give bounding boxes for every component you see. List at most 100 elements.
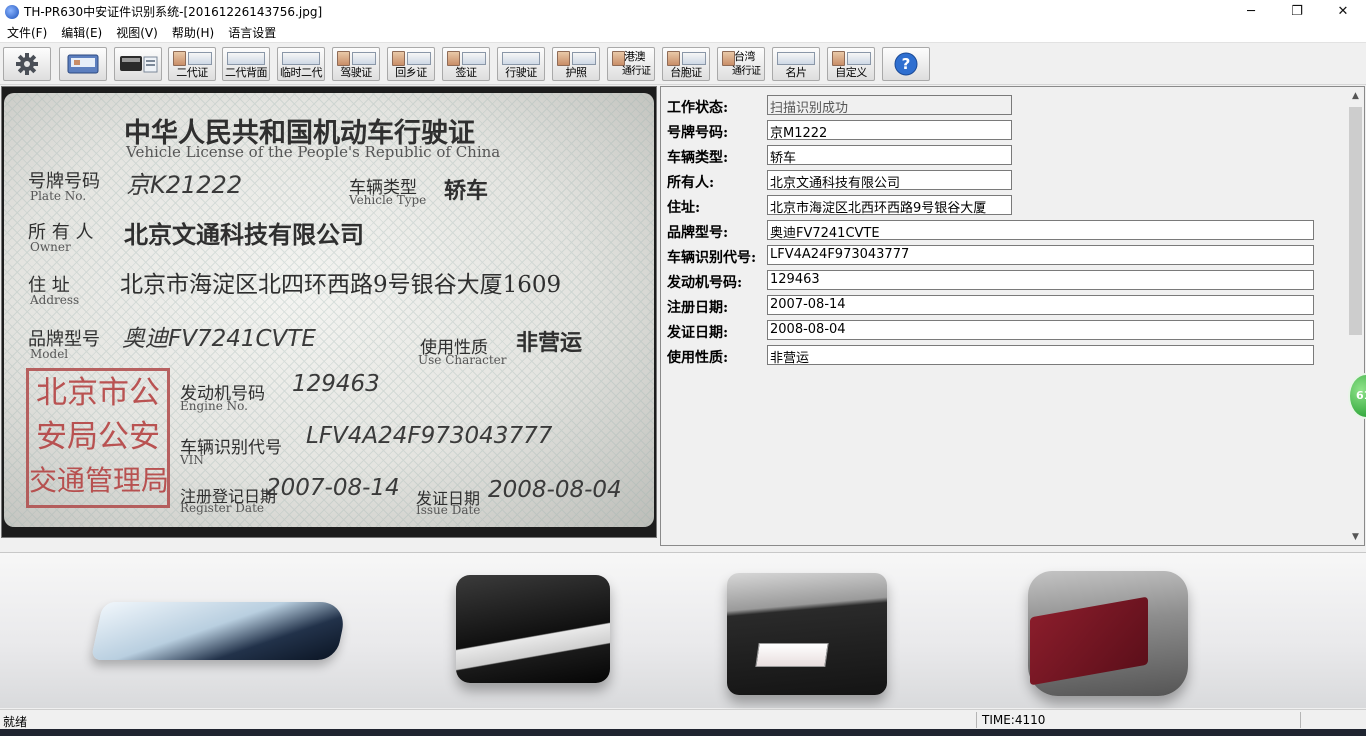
- home-return-permit-button[interactable]: 回乡证: [387, 47, 435, 81]
- menu-language[interactable]: 语言设置: [221, 24, 283, 41]
- window-controls: ─ ❐ ✕: [1228, 0, 1366, 23]
- menu-view[interactable]: 视图(V): [109, 24, 165, 41]
- portrait-icon: [337, 51, 350, 66]
- doc-register-label-en: Register Date: [180, 501, 264, 515]
- vin-field[interactable]: LFV4A24F973043777: [767, 245, 1314, 265]
- temp-id-button[interactable]: 临时二代: [277, 47, 325, 81]
- field-label: 住址:: [667, 200, 701, 216]
- toolbar-label: 自定义: [835, 66, 867, 79]
- inserted-card: [755, 643, 829, 667]
- doc-address-value: 北京市海淀区北四环西路9号银谷大厦1609: [120, 272, 562, 298]
- status-field[interactable]: 扫描识别成功: [767, 95, 1012, 115]
- passport-graphic: [1030, 596, 1148, 686]
- doc-model-label-en: Model: [30, 347, 69, 361]
- card-reader-image: [456, 575, 610, 683]
- doc-address-label-en: Address: [30, 293, 80, 307]
- toolbar-label: 台胞证: [670, 66, 702, 79]
- field-use-character: 使用性质: 非营运: [661, 345, 1351, 367]
- model-field[interactable]: 奥迪FV7241CVTE: [767, 220, 1314, 240]
- vehicle-type-field[interactable]: 轿车: [767, 145, 1012, 165]
- plate-number-field[interactable]: 京M1222: [767, 120, 1012, 140]
- portrait-icon: [447, 51, 460, 66]
- window-title: TH-PR630中安证件识别系统-[20161226143756.jpg]: [24, 5, 323, 19]
- toolbar-label: 二代背面: [225, 66, 268, 79]
- app-icon: [5, 4, 19, 19]
- menu-file[interactable]: 文件(F): [0, 24, 54, 41]
- doc-plate-value: 京K21222: [126, 171, 243, 199]
- card-icon: [572, 52, 596, 65]
- toolbar-label: 二代证: [176, 66, 208, 79]
- toolbar-label: 签证: [455, 66, 478, 79]
- portrait-icon: [667, 51, 680, 66]
- doc-owner-value: 北京文通科技有限公司: [124, 220, 364, 249]
- engine-number-field[interactable]: 129463: [767, 270, 1314, 290]
- doc-owner-label-en: Owner: [30, 240, 71, 254]
- doc-use-value: 非营运: [516, 330, 583, 356]
- hk-macau-permit-button[interactable]: 港澳 通行证: [607, 47, 655, 81]
- register-date-field[interactable]: 2007-08-14: [767, 295, 1314, 315]
- driver-license-button[interactable]: 驾驶证: [332, 47, 380, 81]
- portrait-icon: [173, 51, 186, 66]
- portrait-icon: [392, 51, 405, 66]
- field-vehicle-type: 车辆类型: 轿车: [661, 145, 1351, 167]
- toolbar-sublabel: 通行证: [622, 66, 651, 77]
- business-card-button[interactable]: 名片: [772, 47, 820, 81]
- field-address: 住址: 北京市海淀区北西环西路9号银谷大厦: [661, 195, 1351, 217]
- help-button[interactable]: ?: [882, 47, 930, 81]
- toolbar-sublabel: 通行证: [732, 66, 761, 77]
- passport-button[interactable]: 护照: [552, 47, 600, 81]
- field-label: 注册日期:: [667, 300, 729, 316]
- vertical-scrollbar[interactable]: ▲ ▼: [1347, 87, 1364, 545]
- toolbar-label: 台湾: [734, 50, 756, 63]
- field-label: 发证日期:: [667, 325, 729, 341]
- status-text: 就绪: [3, 715, 28, 729]
- maximize-button[interactable]: ❐: [1274, 0, 1320, 23]
- doc-title-en: Vehicle License of the People's Republic…: [126, 143, 501, 161]
- status-divider: [1300, 712, 1301, 728]
- doc-use-label-en: Use Character: [418, 353, 507, 367]
- stamp-line: 安局公安: [36, 419, 160, 455]
- owner-field[interactable]: 北京文通科技有限公司: [767, 170, 1012, 190]
- taiwan-permit-button[interactable]: 台湾 通行证: [717, 47, 765, 81]
- menu-help[interactable]: 帮助(H): [165, 24, 221, 41]
- card-icon: [352, 52, 376, 65]
- field-model: 品牌型号: 奥迪FV7241CVTE: [661, 220, 1351, 242]
- doc-model-value: 奥迪FV7241CVTE: [122, 326, 316, 352]
- vehicle-license-button[interactable]: 行驶证: [497, 47, 545, 81]
- close-button[interactable]: ✕: [1320, 0, 1366, 23]
- settings-button[interactable]: [3, 47, 51, 81]
- scan-button[interactable]: [59, 47, 107, 81]
- menu-bar: 文件(F) 编辑(E) 视图(V) 帮助(H) 语言设置: [0, 23, 1366, 43]
- scroll-up-icon[interactable]: ▲: [1347, 87, 1364, 104]
- police-stamp: 北京市公 安局公安 交通管理局: [26, 368, 170, 508]
- minimize-button[interactable]: ─: [1228, 0, 1274, 23]
- doc-engine-value: 129463: [292, 371, 380, 397]
- toolbar-label: 护照: [565, 66, 588, 79]
- capture-button[interactable]: [114, 47, 162, 81]
- title-bar: TH-PR630中安证件识别系统-[20161226143756.jpg] ─ …: [0, 0, 1366, 23]
- toolbar-label: 名片: [785, 66, 808, 79]
- id-card-button[interactable]: 二代证: [168, 47, 216, 81]
- card-icon: [462, 52, 486, 65]
- scroll-down-icon[interactable]: ▼: [1347, 528, 1364, 545]
- field-issue-date: 发证日期: 2008-08-04: [661, 320, 1351, 342]
- card-icon: [188, 52, 212, 65]
- vehicle-license-image: 中华人民共和国机动车行驶证 Vehicle License of the Peo…: [4, 93, 654, 527]
- card-icon: [502, 52, 540, 65]
- device-banner: [0, 552, 1366, 708]
- visa-button[interactable]: 签证: [442, 47, 490, 81]
- address-field[interactable]: 北京市海淀区北西环西路9号银谷大厦: [767, 195, 1012, 215]
- issue-date-field[interactable]: 2008-08-04: [767, 320, 1314, 340]
- menu-edit[interactable]: 编辑(E): [54, 24, 109, 41]
- doc-type-label-en: Vehicle Type: [349, 193, 427, 207]
- scroll-thumb[interactable]: [1349, 107, 1362, 335]
- use-character-field[interactable]: 非营运: [767, 345, 1314, 365]
- status-bar: 就绪 TIME:4110: [0, 709, 1366, 729]
- taiwan-compatriot-button[interactable]: 台胞证: [662, 47, 710, 81]
- custom-button[interactable]: 自定义: [827, 47, 875, 81]
- field-label: 品牌型号:: [667, 225, 729, 241]
- toolbar-label: 驾驶证: [340, 66, 372, 79]
- doc-issue-label-en: Issue Date: [416, 503, 481, 517]
- id-card-back-button[interactable]: 二代背面: [222, 47, 270, 81]
- doc-plate-label-en: Plate No.: [30, 189, 87, 203]
